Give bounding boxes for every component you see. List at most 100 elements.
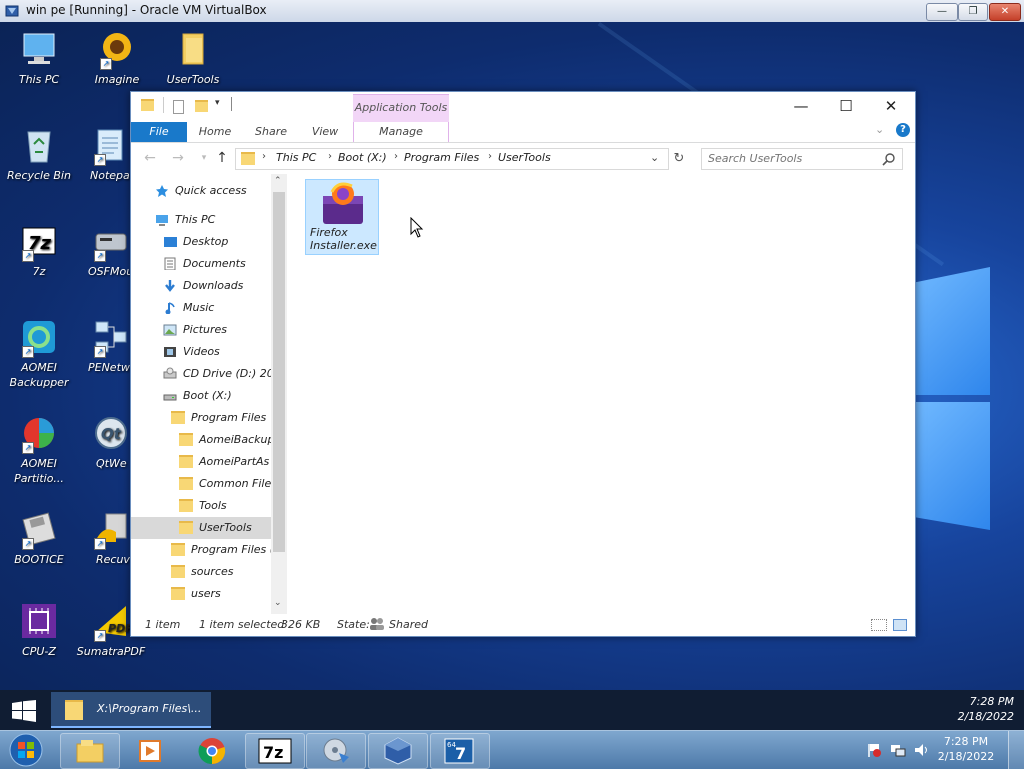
status-bar: 1 item 1 item selected 326 KB State: Sha… [131, 614, 915, 636]
nav-users[interactable]: users [171, 583, 221, 605]
minimize-button[interactable]: — [786, 96, 816, 116]
nav-pictures[interactable]: Pictures [163, 319, 227, 341]
nav-videos[interactable]: Videos [163, 341, 220, 363]
nav-aomeipartassist[interactable]: AomeiPartAs [179, 451, 269, 473]
tab-manage[interactable]: Manage [353, 122, 449, 142]
desktop-icon-penetwork[interactable]: ↗ PENetw [82, 318, 130, 375]
nav-downloads[interactable]: Downloads [163, 275, 243, 297]
close-button[interactable]: ✕ [876, 96, 906, 116]
desktop-icon-imagine[interactable]: ↗ Imagine [82, 30, 152, 87]
desktop-icon-bootice[interactable]: ↗ BOOTICE [4, 510, 74, 567]
qat-dropdown-icon[interactable]: ▾ [215, 98, 220, 108]
tab-file[interactable]: File [131, 122, 187, 142]
nav-usertools-selected[interactable]: UserTools [131, 517, 271, 539]
chevron-right-icon: › [394, 151, 398, 162]
breadcrumb-usertools[interactable]: UserTools [498, 151, 551, 164]
host-close-button[interactable]: ✕ [989, 3, 1021, 21]
show-desktop-button[interactable] [1008, 731, 1024, 769]
nav-desktop[interactable]: Desktop [163, 231, 228, 253]
maximize-button[interactable]: ☐ [831, 96, 861, 116]
taskbar-virtualbox-button[interactable] [368, 733, 428, 769]
scroll-up-icon[interactable]: ⌃ [274, 176, 282, 186]
nav-music[interactable]: Music [163, 297, 214, 319]
details-view-icon[interactable] [871, 619, 887, 631]
folder-icon [171, 543, 185, 556]
large-icons-view-icon[interactable] [893, 619, 907, 631]
taskbar-media-player-button[interactable] [121, 733, 181, 769]
tab-share[interactable]: Share [247, 122, 295, 142]
desktop-icon-cpu-z[interactable]: CPU-Z [4, 602, 74, 659]
desktop-icon-7z[interactable]: 7z ↗ 7z [4, 222, 74, 279]
desktop-icon-aomei-partition[interactable]: ↗ AOMEI Partitio... [4, 414, 74, 486]
chevron-right-icon: › [328, 151, 332, 162]
scrollbar-thumb[interactable] [273, 192, 285, 552]
nav-quick-access[interactable]: Quick access [155, 180, 247, 202]
folder-icon [179, 433, 193, 446]
recent-locations-icon[interactable]: ▾ [195, 149, 213, 167]
nav-aomeibackup[interactable]: AomeiBackup [179, 429, 274, 451]
download-arrow-icon [165, 280, 175, 292]
desktop-icon-aomei-backupper[interactable]: ↗ AOMEI Backupper [4, 318, 74, 390]
refresh-icon[interactable]: ↻ [671, 149, 687, 169]
tab-view[interactable]: View [301, 122, 349, 142]
desktop-icon-osfmount[interactable]: ↗ OSFMou [82, 222, 130, 279]
network-icon[interactable] [890, 742, 906, 758]
search-icon[interactable] [882, 152, 896, 166]
action-center-flag-icon[interactable] [866, 742, 882, 758]
folder-icon [141, 99, 154, 111]
scroll-down-icon[interactable]: ⌄ [274, 598, 282, 608]
back-arrow-icon[interactable]: ← [141, 149, 159, 167]
breadcrumb-program-files[interactable]: Program Files [404, 151, 479, 164]
chevron-right-icon: › [488, 151, 492, 162]
nav-cd-drive[interactable]: CD Drive (D:) 20 [163, 363, 274, 385]
taskbar-7zip-button[interactable]: 7z [245, 733, 305, 769]
nav-tools[interactable]: Tools [179, 495, 227, 517]
nav-documents[interactable]: Documents [163, 253, 246, 275]
help-icon[interactable]: ? [896, 123, 910, 137]
breadcrumb-boot[interactable]: Boot (X:) [338, 151, 387, 164]
chevron-down-icon[interactable]: ⌄ [650, 151, 659, 164]
desktop-icon-qtweb[interactable]: Qt QtWe [82, 414, 130, 471]
volume-icon[interactable] [913, 742, 929, 758]
host-window-title: win pe [Running] - Oracle VM VirtualBox [26, 3, 267, 17]
status-state-label: State: [337, 618, 370, 631]
search-input[interactable] [708, 151, 878, 165]
up-arrow-icon[interactable]: ↑ [213, 149, 231, 167]
taskbar-chrome-button[interactable] [182, 733, 242, 769]
tab-home[interactable]: Home [191, 122, 239, 142]
taskbar-installer-button[interactable] [306, 733, 366, 769]
desktop-icon-recycle-bin[interactable]: Recycle Bin [4, 126, 74, 183]
nav-program-files-x86[interactable]: Program Files ( [171, 539, 274, 561]
win7-start-orb-icon[interactable] [6, 731, 46, 769]
shared-users-icon [370, 618, 384, 630]
nav-common-files[interactable]: Common Files [179, 473, 277, 495]
pe-clock[interactable]: 7:28 PM 2/18/2022 [930, 694, 1014, 724]
folder-icon [179, 455, 193, 468]
file-firefox-installer[interactable]: Firefox Installer.exe [305, 179, 379, 255]
taskbar-win7-usb-button[interactable]: 7 64 [430, 733, 490, 769]
host-minimize-button[interactable]: — [926, 3, 958, 21]
status-state-value: Shared [389, 618, 428, 631]
host-restore-button[interactable]: ❐ [958, 3, 988, 21]
new-folder-icon[interactable] [195, 100, 208, 112]
host-clock[interactable]: 7:28 PM 2/18/2022 [935, 734, 997, 764]
host-taskbar: 7z 7 64 7:28 PM 2/18/2022 [0, 730, 1024, 769]
desktop-icon-notepad[interactable]: ↗ Notepa [82, 126, 130, 183]
nav-program-files[interactable]: Program Files [171, 407, 266, 429]
nav-boot-drive[interactable]: Boot (X:) [163, 385, 232, 407]
application-tools-context-tab: Application Tools [353, 94, 449, 123]
taskbar-explorer-task[interactable]: X:\Program Files\... [51, 692, 211, 728]
address-bar[interactable]: › This PC › Boot (X:) › Program Files › … [235, 148, 669, 170]
desktop-icon-this-pc[interactable]: This PC [4, 30, 74, 87]
nav-this-pc[interactable]: This PC [155, 209, 215, 231]
desktop-icon-recuva[interactable]: ↗ Recuv [82, 510, 130, 567]
windows-start-icon[interactable] [12, 700, 36, 722]
nav-sources[interactable]: sources [171, 561, 234, 583]
taskbar-explorer-button[interactable] [60, 733, 120, 769]
forward-arrow-icon[interactable]: → [169, 149, 187, 167]
expand-ribbon-icon[interactable]: ⌄ [875, 123, 884, 136]
desktop-icon-usertools[interactable]: UserTools [158, 30, 228, 87]
breadcrumb-this-pc[interactable]: This PC [276, 151, 316, 164]
properties-icon[interactable] [173, 100, 184, 114]
desktop-icon [164, 237, 177, 247]
